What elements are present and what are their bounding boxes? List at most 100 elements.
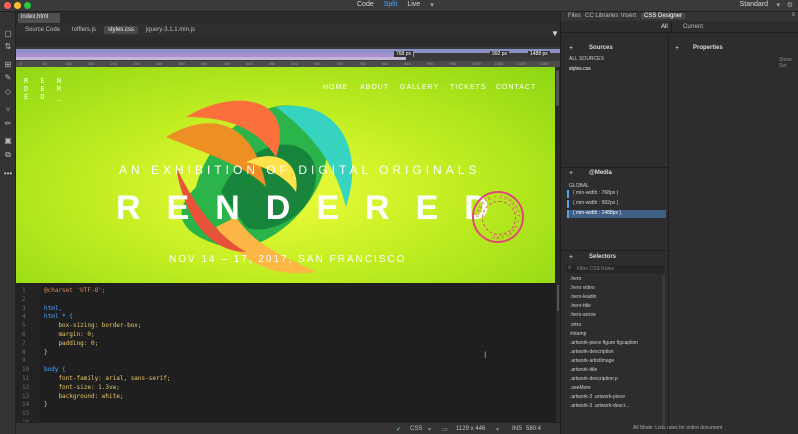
code-line: padding: 0; [44,339,99,347]
add-media-icon[interactable]: + [569,170,573,177]
text-cursor-icon: I [484,350,487,360]
nav-contact[interactable]: CONTACT [496,84,536,91]
tab-insert[interactable]: Insert [621,13,636,19]
live-view-button[interactable]: Live [407,1,420,9]
language-select[interactable]: CSS [410,426,422,432]
collapse-icon[interactable]: ⧉ [3,150,13,159]
live-view-options-icon[interactable]: ⊞ [3,60,13,69]
live-view[interactable]: R E N D E R E D _ HOME ABOUT GALLERY TIC… [16,67,555,283]
inspect-icon[interactable]: ✎ [3,73,13,82]
ruler-tick-label: 800 [381,61,389,66]
code-view[interactable]: 123456789101112131415161718 @charset 'UT… [16,283,556,422]
mq-bar-768[interactable] [16,57,406,60]
scrubber-handle-icon[interactable]: ▼ [551,29,559,38]
format-source-icon[interactable]: ⑂ [3,105,13,114]
selector-item[interactable]: .artwork-description [570,349,614,355]
selector-item[interactable]: .artwork-3 .artwork-descr... [570,403,629,409]
minimize-window-button[interactable] [14,2,21,9]
wrap-tag-icon[interactable]: ◇ [3,87,13,96]
show-set-checkbox[interactable]: Show Set [779,57,798,69]
properties-header: Properties [693,45,723,51]
source-styles-css[interactable]: styles.css [569,66,591,72]
ruler-tick-label: 150 [87,61,95,66]
related-file-styles-css[interactable]: styles.css [103,26,138,34]
subtab-all[interactable]: All [661,24,668,30]
site-nav: HOME [323,84,348,91]
tab-cc-libraries[interactable]: CC Libraries [585,13,618,19]
related-file-source-code[interactable]: Source Code [21,26,64,34]
subtab-current[interactable]: Current [683,24,703,30]
chevron-down-icon[interactable]: ▾ [430,1,434,9]
code-line: } [44,348,48,356]
zoom-window-button[interactable] [24,2,31,9]
event-date: NOV 14 – 17, 2017, SAN FRANCISCO [169,254,407,265]
line-number: 6 [22,331,26,338]
line-number: 2 [22,295,26,303]
selector-item[interactable]: .artwork-artistImage [570,358,614,364]
ruler-tick-label: 1150 [539,61,549,66]
ruler-tick-label: 250 [133,61,140,66]
add-selector-icon[interactable]: + [569,254,573,261]
nav-tickets[interactable]: TICKETS [450,84,487,91]
selector-item[interactable]: .hero-leadin [570,294,596,300]
open-document-icon[interactable]: ▢ [3,29,13,38]
ruler-tick-label: 450 [223,61,231,66]
site-nav-tickets-wrap: TICKETS [450,84,487,91]
document-tab[interactable]: index.html [18,13,60,23]
workspace-switcher[interactable]: Standard [740,1,768,8]
selector-filter-placeholder: Filter CSS Rules [577,266,614,272]
selector-item[interactable]: .hero video [570,285,595,291]
selector-item[interactable]: .seeMore [570,385,591,391]
add-property-icon[interactable]: + [675,45,679,52]
expand-icon[interactable]: ▣ [3,136,13,145]
file-management-icon[interactable]: ⇅ [3,42,13,51]
nav-gallery[interactable]: GALLERY [400,84,439,91]
media-query-1488[interactable]: ( min-width : 1488px ) [567,210,666,218]
related-file-jquery[interactable]: jquery-3.1.1.min.js [142,26,199,34]
selectors-scrollbar[interactable] [662,275,665,425]
nav-about[interactable]: ABOUT [360,84,389,91]
chevron-down-icon[interactable]: ▾ [428,426,431,433]
code-view-button[interactable]: Code [357,1,374,9]
selector-item[interactable]: #stamp [570,331,586,337]
selector-item[interactable]: .artwork-3 .artwork-piece [570,394,625,400]
panel-tab-bar: Files CC Libraries Insert CSS Designer ≡ [561,12,798,21]
pencil-icon[interactable]: ✏ [3,119,13,128]
window-size-icon[interactable]: ▭ [442,426,448,433]
selector-item[interactable]: .artwork-title [570,367,597,373]
more-tools-icon[interactable]: ••• [3,169,13,178]
media-global[interactable]: GLOBAL [569,183,589,189]
mq-label-1488: 1488 px [528,51,550,57]
close-window-button[interactable] [4,2,11,9]
add-source-icon[interactable]: + [569,45,573,52]
gear-icon[interactable]: ⚙ [787,1,793,9]
selector-item[interactable]: .hero [570,276,581,282]
selector-item[interactable]: .intro [570,322,581,328]
source-all[interactable]: ALL SOURCES [569,56,604,62]
ruler-tick-label: 100 [65,61,72,66]
tab-css-designer[interactable]: CSS Designer [641,13,686,19]
selector-item[interactable]: .hero-arrow [570,312,596,318]
selector-item[interactable]: .artwork-description p [570,376,618,382]
media-query-768[interactable]: ( min-width : 768px ) [567,190,666,198]
nav-home[interactable]: HOME [323,84,348,91]
site-logo[interactable]: R E N D E R E D _ [24,77,65,101]
selector-item[interactable]: .hero-title [570,303,591,309]
media-divider [561,167,668,168]
selector-item[interactable]: .artwork-piece figure figcaption [570,340,638,346]
ruler-tick-label: 900 [426,61,434,66]
related-files-bar: Source Code tofflers.js styles.css jquer… [16,24,560,36]
site-nav-gallery-wrap: GALLERY [400,84,439,91]
media-query-bar[interactable]: 768 px 992 px 1488 px ▼ [16,29,560,61]
selector-filter[interactable]: ⌕ Filter CSS Rules [566,265,664,273]
ruler-tick-label: 600 [291,61,298,66]
panel-menu-icon[interactable]: ≡ [791,12,795,18]
media-query-992[interactable]: ( min-width : 992px ) [567,200,666,208]
window-size[interactable]: 1129 x 446 [456,426,485,432]
chevron-down-icon[interactable]: ▾ [776,1,780,9]
chevron-down-icon[interactable]: ▾ [496,426,499,433]
split-view-button[interactable]: Split [384,1,398,9]
tab-files[interactable]: Files [568,13,581,19]
ruler-tick-label: 400 [200,61,208,66]
related-file-tofflers-js[interactable]: tofflers.js [68,26,100,34]
